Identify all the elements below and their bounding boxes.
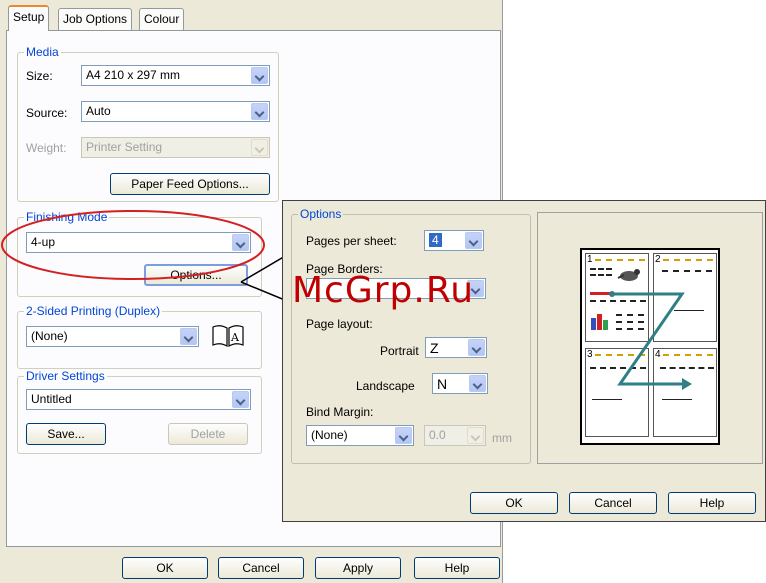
portrait-layout-select[interactable]: Z: [425, 337, 487, 358]
layout-preview-panel: 1 2 3 4: [537, 212, 763, 464]
margin-unit-label: mm: [492, 431, 512, 445]
options-legend: Options: [298, 207, 344, 221]
spinner-icon: [467, 427, 484, 444]
landscape-label: Landscape: [356, 379, 415, 393]
options-group: Options Pages per sheet: 4 Page Borders:…: [291, 207, 531, 464]
options-ok-button[interactable]: OK: [470, 492, 558, 514]
z-order-icon: Z: [430, 340, 439, 356]
tab-setup[interactable]: Setup: [8, 5, 50, 31]
page-order-arrow-icon: [609, 291, 692, 390]
preview-sheet: 1 2 3 4: [580, 248, 720, 445]
chevron-down-icon[interactable]: [465, 232, 482, 249]
highlight-ellipse: [1, 210, 265, 280]
chevron-down-icon[interactable]: [395, 427, 412, 444]
pages-per-sheet-label: Pages per sheet:: [306, 234, 397, 248]
pages-per-sheet-select[interactable]: 4: [424, 230, 484, 251]
chevron-down-icon[interactable]: [469, 375, 486, 392]
bind-margin-select[interactable]: (None): [306, 425, 414, 446]
landscape-layout-select[interactable]: N: [432, 373, 488, 394]
page-layout-label: Page layout:: [306, 317, 373, 331]
watermark-text: McGrp.Ru: [292, 270, 475, 311]
chevron-down-icon[interactable]: [468, 339, 485, 356]
bind-margin-label: Bind Margin:: [306, 405, 374, 419]
finishing-options-dialog: Options Pages per sheet: 4 Page Borders:…: [282, 200, 766, 522]
margin-spinner-value: 0.0: [429, 428, 446, 442]
margin-spinner: 0.0: [424, 425, 486, 446]
pages-per-sheet-value: 4: [429, 233, 442, 247]
n-order-icon: N: [437, 376, 448, 392]
portrait-label: Portrait: [380, 344, 419, 358]
bind-margin-value: (None): [311, 428, 348, 442]
options-help-button[interactable]: Help: [668, 492, 756, 514]
options-cancel-button[interactable]: Cancel: [569, 492, 657, 514]
